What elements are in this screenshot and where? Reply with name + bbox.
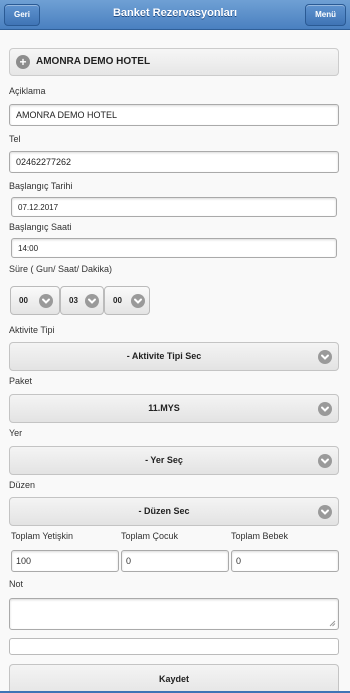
- hotel-collapsible[interactable]: + AMONRA DEMO HOTEL: [9, 48, 339, 76]
- not-label: Not: [9, 579, 24, 589]
- duzen-value: - Düzen Sec: [138, 506, 190, 516]
- save-button[interactable]: Kaydet: [9, 664, 339, 693]
- baslangic-tarihi-input[interactable]: 07.12.2017: [11, 197, 337, 217]
- sure-label: Süre ( Gun/ Saat/ Dakika): [9, 264, 113, 274]
- baslangic-saati-label: Başlangıç Saati: [9, 222, 72, 232]
- yer-label: Yer: [9, 428, 23, 438]
- chevron-down-icon: [318, 350, 332, 364]
- baslangic-saati-input[interactable]: 14:00: [11, 238, 337, 258]
- sure-saat-value: 03: [69, 296, 78, 305]
- sure-dakika-value: 00: [113, 296, 122, 305]
- aktivite-select[interactable]: - Aktivite Tipi Sec: [9, 342, 339, 371]
- empty-field[interactable]: [9, 638, 339, 655]
- chevron-down-icon: [85, 294, 99, 308]
- chevron-down-icon: [318, 402, 332, 416]
- bebek-input[interactable]: 0: [231, 550, 339, 572]
- aciklama-input[interactable]: AMONRA DEMO HOTEL: [9, 104, 339, 126]
- sure-saat-select[interactable]: 03: [60, 286, 104, 315]
- resize-grip-icon[interactable]: [329, 620, 336, 627]
- chevron-down-icon: [39, 294, 53, 308]
- baslangic-tarihi-label: Başlangıç Tarihi: [9, 181, 73, 191]
- aktivite-value: - Aktivite Tipi Sec: [126, 351, 202, 361]
- sure-gun-select[interactable]: 00: [10, 286, 60, 315]
- cocuk-input[interactable]: 0: [121, 550, 229, 572]
- page-title: Banket Rezervasyonları: [112, 7, 238, 19]
- yetiskin-label: Toplam Yetişkin: [11, 531, 74, 541]
- paket-value: 11.MYS: [148, 403, 180, 413]
- tel-label: Tel: [9, 134, 21, 144]
- bebek-label: Toplam Bebek: [231, 531, 289, 541]
- chevron-down-icon: [318, 454, 332, 468]
- tel-input[interactable]: 02462277262: [9, 151, 339, 173]
- header-bar: Geri Banket Rezervasyonları Menü: [0, 0, 350, 30]
- duzen-label: Düzen: [9, 480, 36, 490]
- sure-dakika-select[interactable]: 00: [104, 286, 150, 315]
- yer-select[interactable]: - Yer Seç: [9, 446, 339, 475]
- yetiskin-input[interactable]: 100: [11, 550, 119, 572]
- chevron-down-icon: [318, 505, 332, 519]
- duzen-select[interactable]: - Düzen Sec: [9, 497, 339, 526]
- yer-value: - Yer Seç: [145, 455, 183, 465]
- not-textarea[interactable]: [9, 598, 339, 630]
- paket-select[interactable]: 11.MYS: [9, 394, 339, 423]
- plus-icon: +: [16, 55, 30, 69]
- cocuk-label: Toplam Çocuk: [121, 531, 179, 541]
- hotel-name: AMONRA DEMO HOTEL: [36, 56, 151, 67]
- aciklama-label: Açiklama: [9, 86, 46, 96]
- paket-label: Paket: [9, 376, 33, 386]
- aktivite-label: Aktivite Tipi: [9, 325, 55, 335]
- menu-button[interactable]: Menü: [305, 4, 346, 26]
- chevron-down-icon: [131, 294, 145, 308]
- sure-gun-value: 00: [19, 296, 28, 305]
